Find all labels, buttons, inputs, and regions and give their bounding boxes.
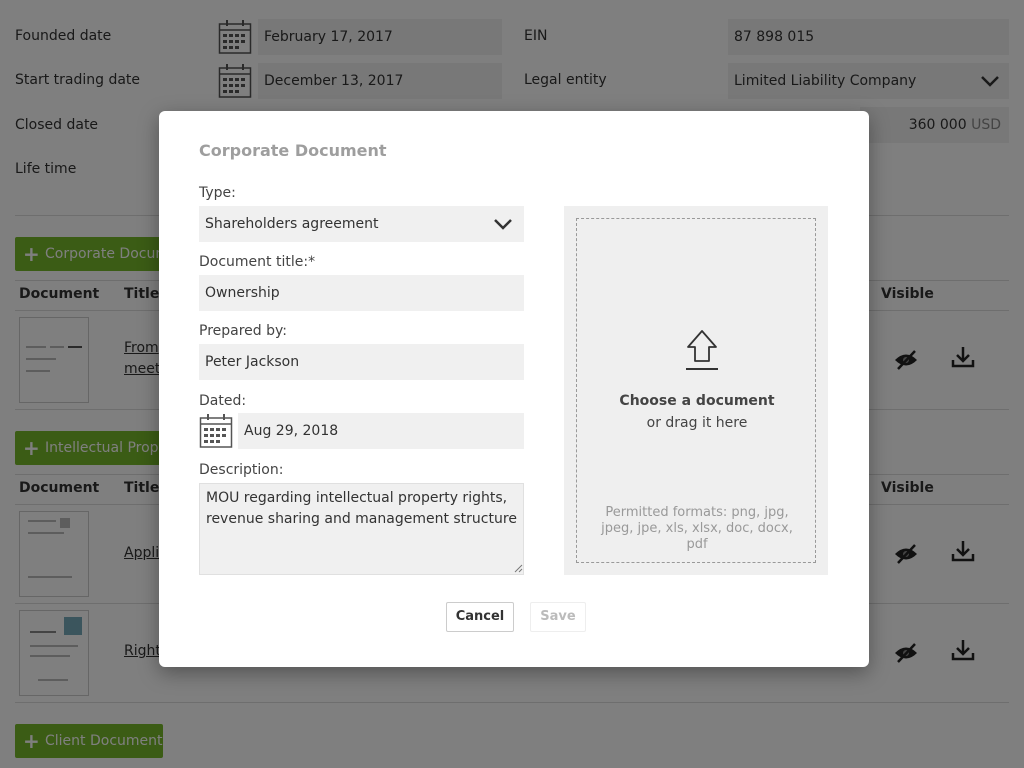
file-drop-zone[interactable]: Choose a document or drag it here Permit… (564, 206, 828, 575)
permitted-formats-note: Permitted formats: png, jpg, jpeg, jpe, … (601, 505, 793, 552)
document-title-input[interactable]: Ownership (199, 275, 524, 311)
upload-icon (686, 330, 718, 370)
document-title-label: Document title:* (199, 254, 316, 270)
type-label: Type: (199, 185, 236, 201)
resize-handle-icon[interactable] (513, 563, 523, 573)
drop-zone-border: Choose a document or drag it here Permit… (576, 218, 816, 563)
type-select-value: Shareholders agreement (205, 216, 379, 232)
corporate-document-dialog: Corporate Document Type: Shareholders ag… (159, 111, 869, 667)
dated-input[interactable]: Aug 29, 2018 (238, 413, 524, 449)
prepared-by-label: Prepared by: (199, 323, 287, 339)
type-select[interactable]: Shareholders agreement (199, 206, 524, 242)
dialog-title: Corporate Document (199, 141, 387, 160)
prepared-by-input[interactable]: Peter Jackson (199, 344, 524, 380)
chevron-down-icon (494, 219, 512, 230)
save-button[interactable]: Save (530, 602, 586, 632)
description-label: Description: (199, 462, 284, 478)
description-textarea[interactable]: MOU regarding intellectual property righ… (199, 483, 524, 575)
cancel-button[interactable]: Cancel (446, 602, 514, 632)
calendar-icon[interactable] (199, 413, 233, 449)
drop-zone-title: Choose a document (619, 393, 775, 409)
drop-zone-subtitle: or drag it here (646, 415, 748, 431)
dated-label: Dated: (199, 393, 247, 409)
